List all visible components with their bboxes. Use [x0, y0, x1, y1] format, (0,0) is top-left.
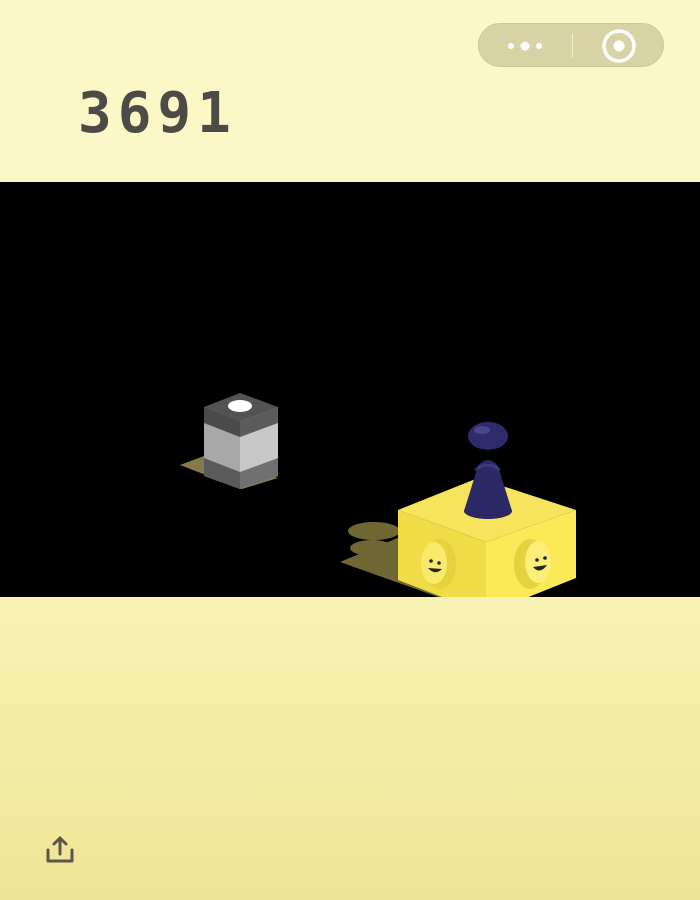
- close-button[interactable]: [573, 24, 665, 68]
- share-icon: [46, 836, 74, 863]
- score-display: 3691: [78, 81, 237, 146]
- mini-program-capsule: [478, 23, 664, 67]
- more-button[interactable]: [479, 24, 572, 68]
- footer-background: [0, 597, 700, 900]
- gray-box-center-dot: [228, 400, 252, 412]
- game-scene: [180, 393, 576, 614]
- more-dots-icon: [508, 41, 542, 51]
- gray-box: [204, 393, 278, 489]
- game-stage[interactable]: [0, 182, 700, 614]
- target-close-icon: [602, 29, 636, 63]
- share-button[interactable]: [44, 834, 76, 864]
- player-piece: [464, 422, 512, 519]
